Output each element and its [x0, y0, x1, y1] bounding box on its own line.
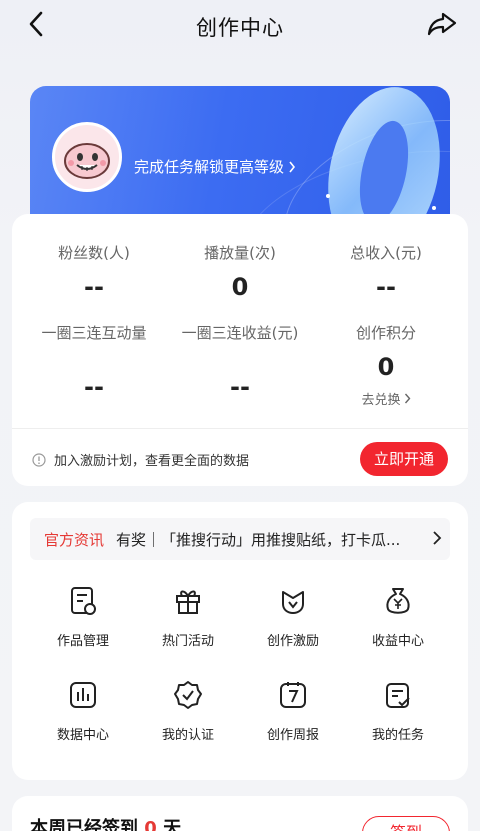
calendar-7-icon [276, 678, 310, 712]
stat-value: 0 [377, 353, 395, 381]
tool-label: 作品管理 [56, 634, 109, 649]
stat-label: 粉丝数(人) [58, 244, 130, 262]
tool-verify[interactable]: 我的认证 [133, 678, 243, 743]
stat-plays[interactable]: 播放量(次) 0 [164, 242, 316, 301]
tool-incentive[interactable]: 创作激励 [238, 584, 348, 649]
incentive-notice: 加入激励计划，查看更全面的数据 [32, 450, 249, 469]
notice-text: 加入激励计划，查看更全面的数据 [54, 454, 250, 469]
stat-value: -- [84, 273, 104, 301]
signin-card: 本周已经签到 0 天 签到 [12, 796, 468, 831]
tool-label: 数据中心 [56, 728, 109, 743]
tool-earnings[interactable]: 收益中心 [343, 584, 453, 649]
avatar[interactable] [52, 122, 122, 192]
stat-label: 播放量(次) [204, 244, 276, 262]
tool-label: 创作激励 [266, 634, 319, 649]
stat-value: -- [84, 373, 104, 401]
chart-icon [66, 678, 100, 712]
stat-label: 创作积分 [355, 324, 416, 342]
tool-label: 我的认证 [161, 728, 214, 743]
tool-tasks[interactable]: 我的任务 [343, 678, 453, 743]
tool-label: 创作周报 [266, 728, 319, 743]
tool-label: 我的任务 [371, 728, 424, 743]
open-incentive-button[interactable]: 立即开通 [360, 442, 448, 476]
stat-label: 总收入(元) [350, 244, 422, 262]
stat-interactions[interactable]: 一圈三连互动量 -- [18, 322, 170, 401]
tools-card: 官方资讯 有奖｜「推搜行动」用推搜贴纸，打卡瓜... 作品管理 热门活动 创作激… [12, 502, 468, 780]
signin-count: 0 [144, 818, 157, 831]
gift-icon [171, 584, 205, 618]
works-icon [66, 584, 100, 618]
stat-value: 0 [231, 273, 249, 301]
banner-link[interactable]: 完成任务解锁更高等级 [134, 156, 296, 177]
chevron-right-icon [404, 393, 410, 404]
stat-value: -- [376, 273, 396, 301]
task-icon [381, 678, 415, 712]
stats-card: 粉丝数(人) -- 播放量(次) 0 总收入(元) -- 一圈三连互动量 -- … [12, 214, 468, 486]
tool-data[interactable]: 数据中心 [28, 678, 138, 743]
stat-points[interactable]: 创作积分 0 去兑换 [310, 322, 462, 408]
top-nav: 创作中心 [0, 0, 480, 50]
signin-prefix: 本周已经签到 [30, 818, 138, 831]
page-title: 创作中心 [196, 16, 284, 40]
news-tag: 官方资讯 [44, 530, 105, 549]
share-button[interactable] [426, 8, 458, 40]
stat-income[interactable]: 总收入(元) -- [310, 242, 462, 301]
stat-interaction-income[interactable]: 一圈三连收益(元) -- [164, 322, 316, 401]
stat-fans[interactable]: 粉丝数(人) -- [18, 242, 170, 301]
news-text: 有奖｜「推搜行动」用推搜贴纸，打卡瓜... [116, 530, 401, 549]
stat-label: 一圈三连收益(元) [181, 324, 299, 342]
banner-text: 完成任务解锁更高等级 [134, 158, 285, 176]
divider [12, 428, 468, 429]
tool-label: 收益中心 [371, 634, 424, 649]
tool-works[interactable]: 作品管理 [28, 584, 138, 649]
tool-weekly[interactable]: 创作周报 [238, 678, 348, 743]
signin-button[interactable]: 签到 [362, 816, 450, 831]
redeem-label: 去兑换 [361, 393, 401, 408]
chevron-right-icon [433, 531, 442, 545]
incentive-icon [276, 584, 310, 618]
news-bar[interactable]: 官方资讯 有奖｜「推搜行动」用推搜贴纸，打卡瓜... [30, 518, 450, 560]
chevron-right-icon [289, 161, 296, 172]
money-bag-icon [381, 584, 415, 618]
share-icon [427, 12, 457, 36]
tool-label: 热门活动 [161, 634, 214, 649]
info-icon [32, 452, 46, 467]
tool-events[interactable]: 热门活动 [133, 584, 243, 649]
signin-suffix: 天 [163, 818, 182, 831]
redeem-link[interactable]: 去兑换 [310, 389, 462, 408]
stat-value: -- [230, 373, 250, 401]
stat-label: 一圈三连互动量 [41, 324, 147, 342]
signin-title: 本周已经签到 0 天 [30, 814, 181, 831]
verified-badge-icon [171, 678, 205, 712]
